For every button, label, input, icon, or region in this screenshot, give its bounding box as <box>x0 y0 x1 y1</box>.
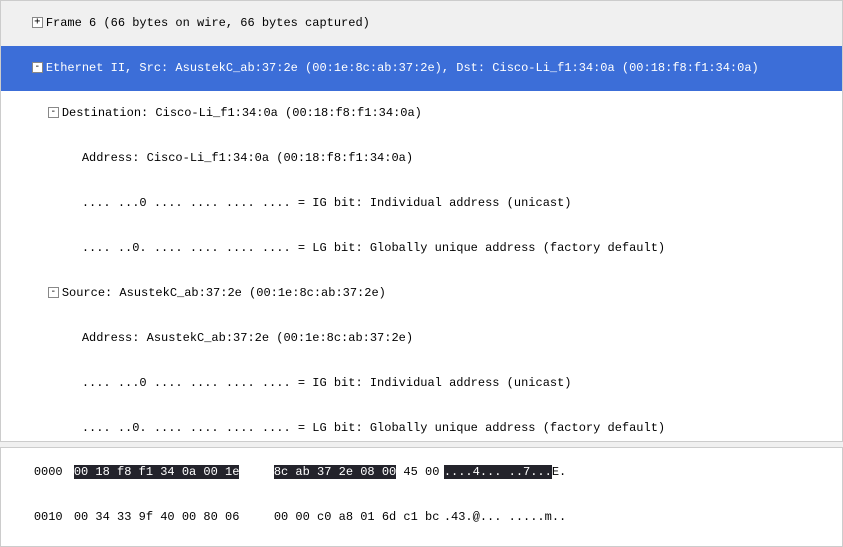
expand-icon[interactable]: + <box>32 17 43 28</box>
hex-ascii: E. <box>552 465 566 479</box>
tree-row-src-lg-bit[interactable]: .... ..0. .... .... .... .... = LG bit: … <box>1 406 842 441</box>
collapse-icon[interactable]: - <box>48 107 59 118</box>
tree-label: Ethernet II, Src: AsustekC_ab:37:2e (00:… <box>46 61 759 75</box>
hex-bytes: 45 00 <box>396 465 439 479</box>
collapse-icon[interactable]: - <box>48 287 59 298</box>
tree-row-src-address[interactable]: Address: AsustekC_ab:37:2e (00:1e:8c:ab:… <box>1 316 842 361</box>
collapse-icon[interactable]: - <box>32 62 43 73</box>
hex-ascii-highlighted: ....4... ..7... <box>444 465 552 479</box>
tree-row-dest-address[interactable]: Address: Cisco-Li_f1:34:0a (00:18:f8:f1:… <box>1 136 842 181</box>
tree-label: Frame 6 (66 bytes on wire, 66 bytes capt… <box>46 16 370 30</box>
tree-label: Address: AsustekC_ab:37:2e (00:1e:8c:ab:… <box>82 331 413 345</box>
tree-label: Source: AsustekC_ab:37:2e (00:1e:8c:ab:3… <box>62 286 386 300</box>
hex-row[interactable]: 00208d 3b c3 43 00 6e 45 2ac1 07 00 00 0… <box>5 540 838 547</box>
hex-row[interactable]: 000000 18 f8 f1 34 0a 00 1e 8c ab 37 2e 0… <box>5 450 838 495</box>
tree-label: Address: Cisco-Li_f1:34:0a (00:18:f8:f1:… <box>82 151 413 165</box>
tree-row-dest-lg-bit[interactable]: .... ..0. .... .... .... .... = LG bit: … <box>1 226 842 271</box>
tree-label: .... ...0 .... .... .... .... = IG bit: … <box>82 376 572 390</box>
hex-bytes-highlighted: 00 18 f8 f1 34 0a 00 1e <box>74 465 240 479</box>
tree-row-ethernet[interactable]: -Ethernet II, Src: AsustekC_ab:37:2e (00… <box>1 46 842 91</box>
hex-offset: 0010 <box>34 510 74 525</box>
tree-label: Destination: Cisco-Li_f1:34:0a (00:18:f8… <box>62 106 422 120</box>
hex-dump-pane[interactable]: 000000 18 f8 f1 34 0a 00 1e 8c ab 37 2e 0… <box>0 447 843 547</box>
tree-row-src-ig-bit[interactable]: .... ...0 .... .... .... .... = IG bit: … <box>1 361 842 406</box>
hex-ascii: .43.@... .....m.. <box>444 510 566 525</box>
hex-bytes: 00 00 c0 a8 01 6d c1 bc <box>274 510 444 525</box>
hex-bytes: 00 34 33 9f 40 00 80 06 <box>74 510 274 525</box>
hex-offset: 0000 <box>34 465 74 480</box>
tree-row-destination[interactable]: -Destination: Cisco-Li_f1:34:0a (00:18:f… <box>1 91 842 136</box>
tree-label: .... ..0. .... .... .... .... = LG bit: … <box>82 241 665 255</box>
hex-row[interactable]: 001000 34 33 9f 40 00 80 0600 00 c0 a8 0… <box>5 495 838 540</box>
tree-row-source[interactable]: -Source: AsustekC_ab:37:2e (00:1e:8c:ab:… <box>1 271 842 316</box>
tree-row-dest-ig-bit[interactable]: .... ...0 .... .... .... .... = IG bit: … <box>1 181 842 226</box>
tree-row-frame[interactable]: +Frame 6 (66 bytes on wire, 66 bytes cap… <box>1 1 842 46</box>
tree-label: .... ..0. .... .... .... .... = LG bit: … <box>82 421 665 435</box>
hex-bytes-highlighted: 8c ab 37 2e 08 00 <box>274 465 396 479</box>
tree-label: .... ...0 .... .... .... .... = IG bit: … <box>82 196 572 210</box>
packet-details-tree[interactable]: +Frame 6 (66 bytes on wire, 66 bytes cap… <box>0 0 843 441</box>
